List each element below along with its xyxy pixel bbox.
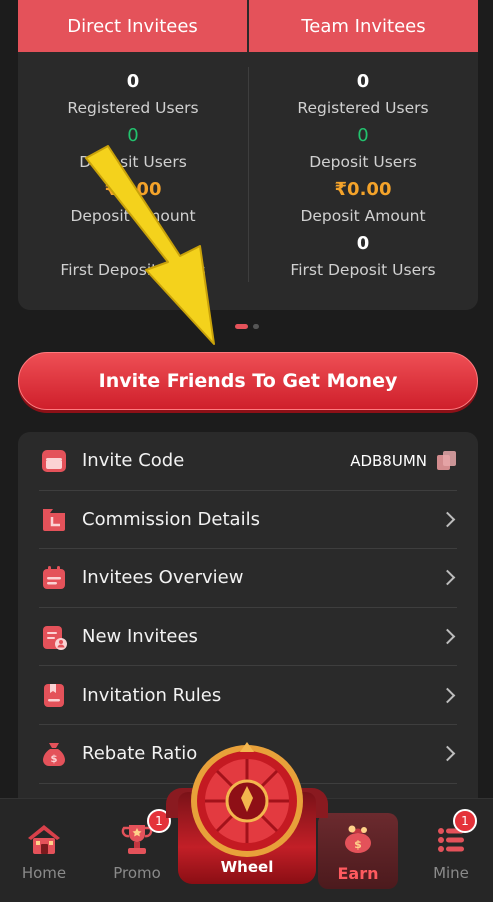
commission-details-label: Commission Details: [82, 508, 260, 530]
menu-item-invitation-rules[interactable]: Invitation Rules: [39, 666, 457, 725]
team-registered-users-label: Registered Users: [297, 99, 429, 117]
carousel-dot[interactable]: [253, 324, 259, 329]
menu-item-invitees-overview[interactable]: Invitees Overview: [39, 549, 457, 608]
nav-wheel-label: Wheel: [220, 858, 274, 876]
stats-tabs: Direct Invitees Team Invitees: [18, 0, 478, 52]
team-first-deposit-value: 0: [356, 233, 370, 254]
svg-text:$: $: [354, 838, 362, 851]
tab-team-invitees[interactable]: Team Invitees: [247, 0, 478, 52]
team-deposit-amount-label: Deposit Amount: [300, 207, 426, 225]
carousel-dot-active[interactable]: [235, 324, 248, 329]
nav-mine-label: Mine: [433, 864, 469, 882]
tab-direct-invitees[interactable]: Direct Invitees: [18, 0, 247, 52]
chevron-right-icon: [439, 570, 456, 586]
team-first-deposit-label: First Deposit Users: [290, 261, 436, 279]
nav-promo[interactable]: 1 Promo: [97, 799, 177, 902]
nav-promo-label: Promo: [113, 864, 161, 882]
new-invitees-label: New Invitees: [82, 626, 198, 648]
invite-friends-button[interactable]: Invite Friends To Get Money: [18, 352, 478, 410]
team-registered-users-value: 0: [356, 71, 370, 92]
team-deposit-amount-value: ₹0.00: [334, 179, 392, 200]
team-deposit-users-label: Deposit Users: [309, 153, 417, 171]
nav-home-label: Home: [21, 864, 67, 882]
direct-deposit-users-label: Deposit Users: [79, 153, 187, 171]
calendar-icon: [39, 563, 69, 593]
menu-item-commission-details[interactable]: Commission Details: [39, 491, 457, 550]
chevron-right-icon: [439, 745, 456, 762]
direct-registered-users-label: Registered Users: [67, 99, 199, 117]
svg-text:$: $: [51, 754, 58, 765]
nav-mine[interactable]: 1 Mine: [411, 799, 491, 902]
invite-code-label: Invite Code: [82, 450, 185, 472]
mine-badge: 1: [453, 809, 477, 833]
wheel-icon: [191, 742, 303, 857]
chevron-right-icon: [439, 628, 456, 645]
stats-divider: [248, 67, 249, 282]
checklist-user-icon: [39, 622, 69, 652]
home-icon: [25, 821, 63, 861]
menu-item-invite-code[interactable]: Invite Code ADB8UMN: [39, 432, 457, 491]
direct-deposit-amount-value: ₹0.00: [104, 179, 162, 200]
chevron-right-icon: [439, 511, 456, 528]
copy-icon[interactable]: [437, 450, 457, 471]
team-stats-column: 0 Registered Users 0 Deposit Users ₹0.00…: [248, 52, 478, 310]
invitees-overview-label: Invitees Overview: [82, 567, 244, 589]
invitees-stats-card: Direct Invitees Team Invitees 0 Register…: [18, 0, 478, 310]
invite-code-icon: [39, 446, 69, 476]
menu-item-new-invitees[interactable]: New Invitees: [39, 608, 457, 667]
money-bag-icon: $: [39, 739, 69, 769]
direct-stats-column: 0 Registered Users 0 Deposit Users ₹0.00…: [18, 52, 248, 310]
direct-deposit-users-value: 0: [127, 125, 139, 146]
team-deposit-users-value: 0: [357, 125, 369, 146]
money-bag-icon: $: [339, 821, 377, 861]
rules-book-icon: [39, 680, 69, 710]
direct-first-deposit-value: [18, 230, 248, 257]
nav-home[interactable]: Home: [4, 799, 84, 902]
nav-earn-label: Earn: [337, 864, 379, 883]
direct-first-deposit-label: First Deposit Users: [60, 261, 206, 279]
invitation-rules-label: Invitation Rules: [82, 684, 222, 706]
commission-icon: [39, 504, 69, 534]
nav-earn[interactable]: $ Earn: [318, 799, 398, 902]
direct-registered-users-value: 0: [126, 71, 140, 92]
invite-code-value: ADB8UMN: [350, 451, 427, 470]
carousel-dots: [235, 324, 259, 329]
direct-deposit-amount-label: Deposit Amount: [70, 207, 196, 225]
chevron-right-icon: [439, 687, 456, 703]
nav-wheel[interactable]: Wheel: [166, 742, 328, 892]
